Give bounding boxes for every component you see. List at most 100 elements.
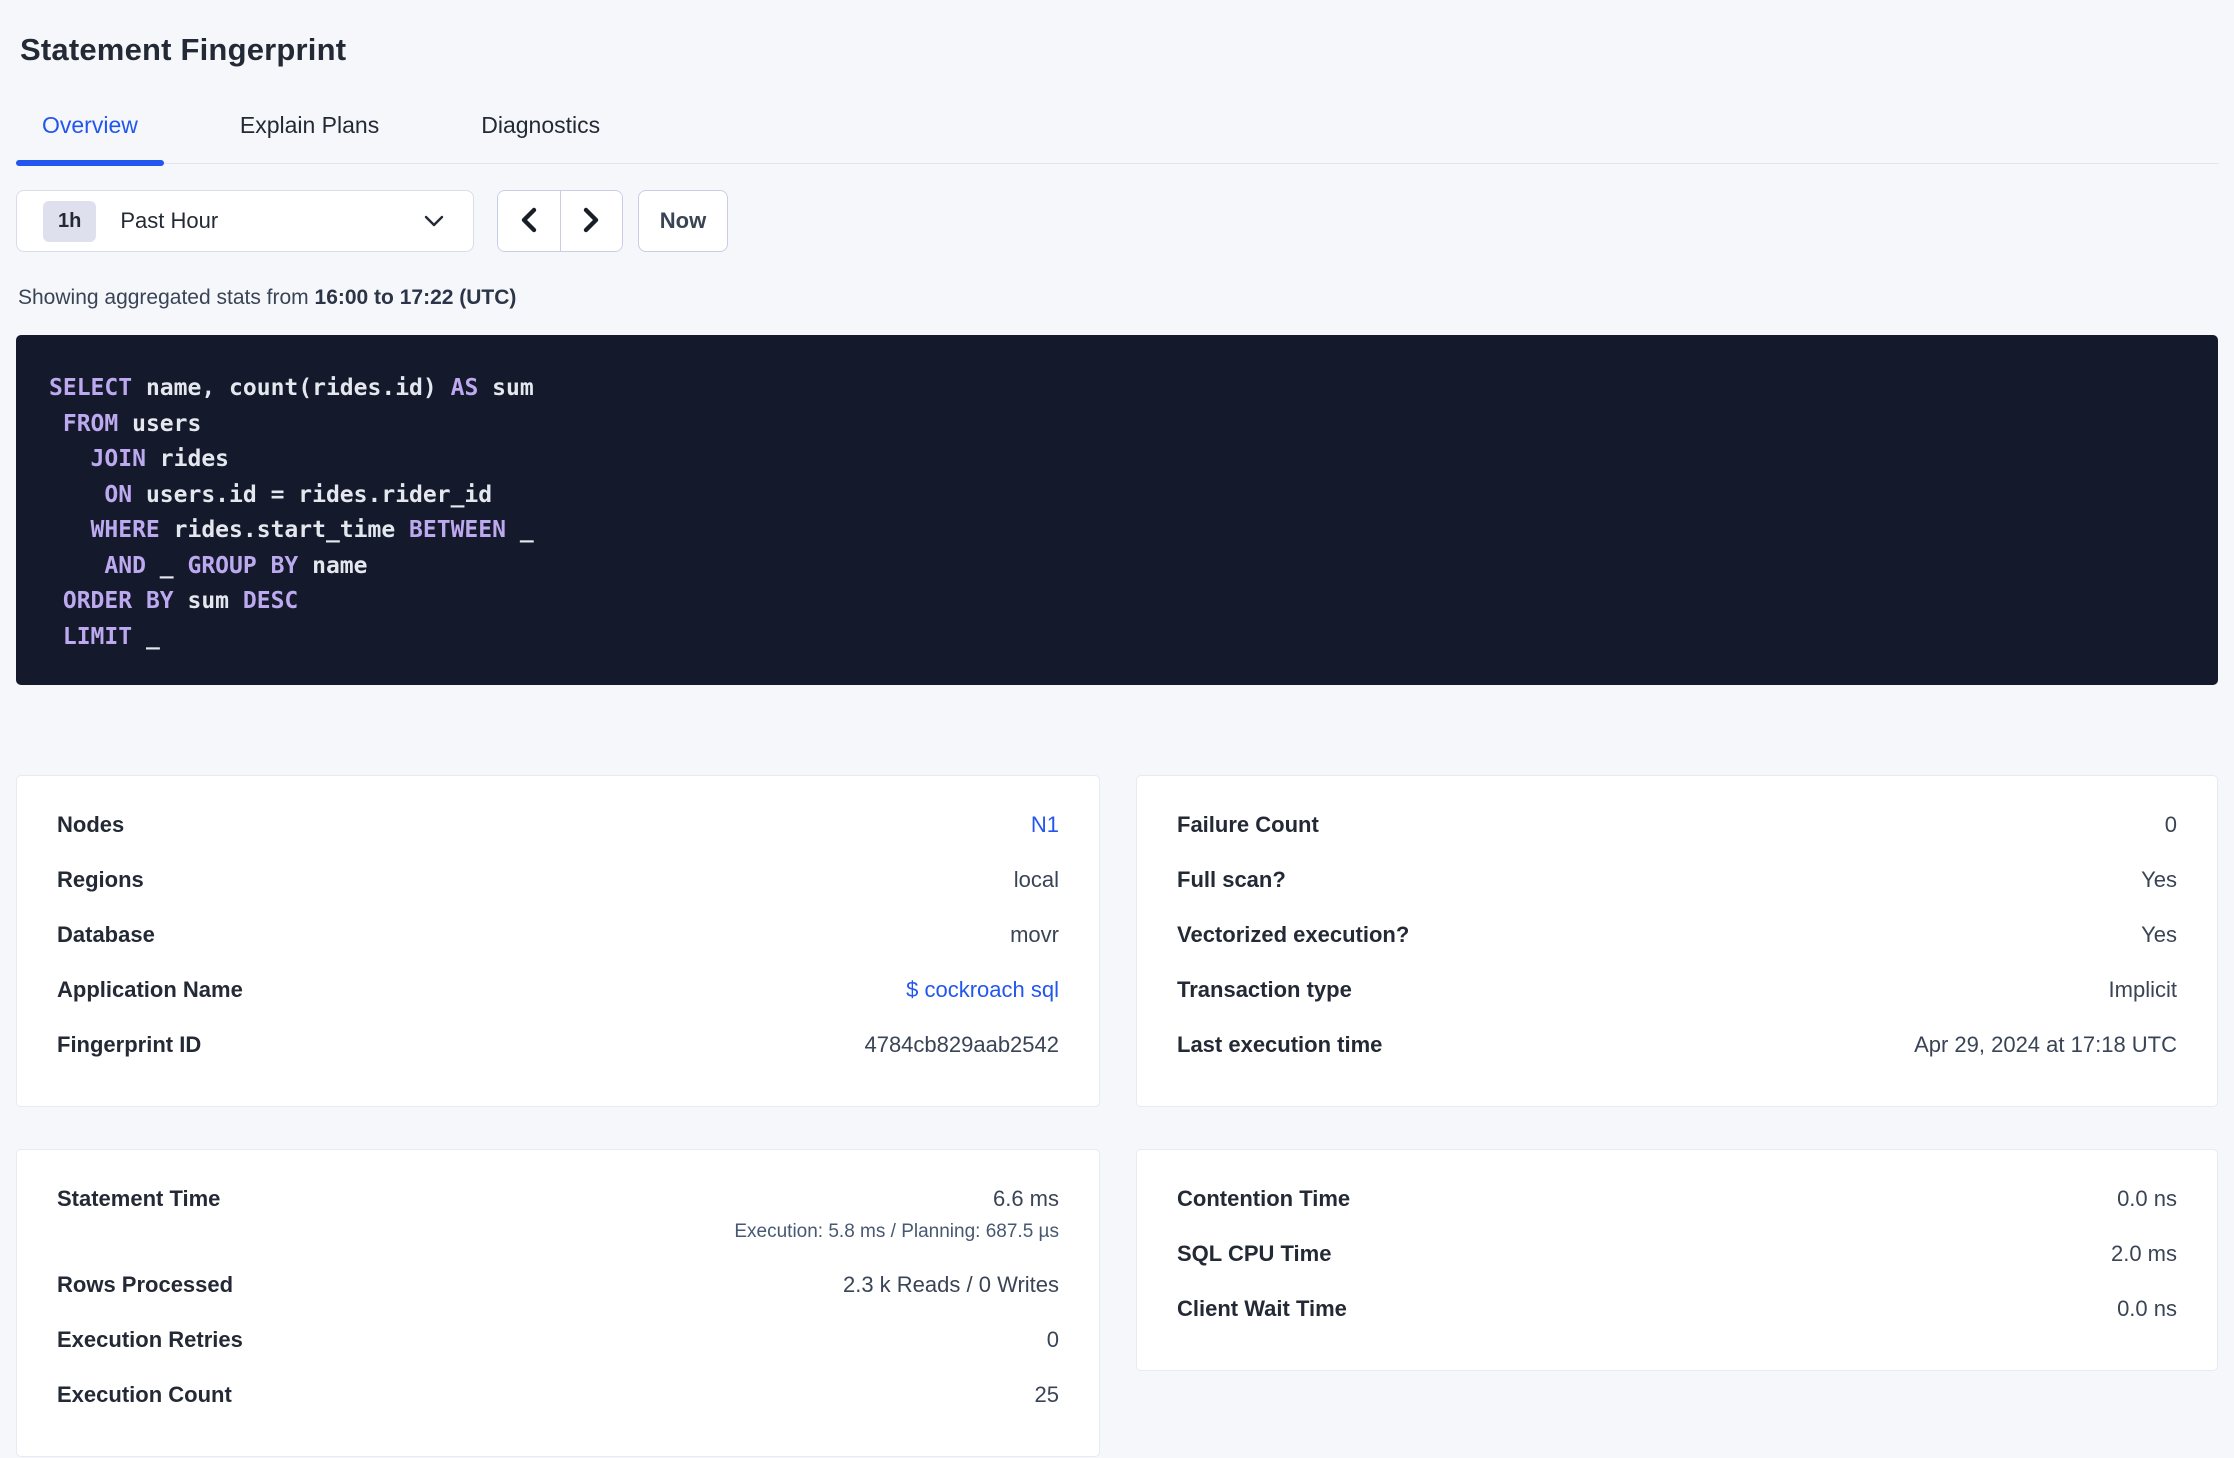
stat-label: Last execution time — [1177, 1031, 1383, 1057]
tab-explain-plans[interactable]: Explain Plans — [214, 102, 405, 163]
stat-row: Statement Time 6.6 ms Execution: 5.8 ms / … — [57, 1171, 1059, 1257]
stat-label: Database — [57, 921, 155, 947]
sql-keyword: AS — [450, 375, 479, 401]
stat-value-group: 2.3 k Reads / 0 Writes — [843, 1272, 1059, 1298]
sql-text: sum — [173, 588, 243, 614]
stat-value-group: local — [1014, 867, 1059, 893]
sql-code: SELECT name, count(rides.id) AS sum FROM… — [49, 371, 2188, 655]
sql-keyword: SELECT — [49, 375, 133, 401]
stat-label: Full scan? — [1177, 866, 1286, 892]
sql-text: name — [298, 552, 368, 579]
statement-stats-card: Statement Time 6.6 ms Execution: 5.8 ms / … — [16, 1149, 1100, 1457]
previous-time-range-button[interactable] — [498, 191, 561, 251]
stat-value-group: Apr 29, 2024 at 17:18 UTC — [1914, 1032, 2177, 1058]
time-range-pager — [497, 190, 623, 252]
stat-row: Regions local — [57, 852, 1059, 907]
sql-text: _ — [505, 517, 534, 543]
stat-label: Nodes — [57, 811, 125, 837]
time-controls: 1h Past Hour Now — [16, 190, 2218, 252]
stat-value: 0 — [1046, 1326, 1059, 1352]
chevron-left-icon — [518, 206, 540, 237]
sql-keyword: LIMIT — [62, 623, 133, 650]
stat-label: Client Wait Time — [1177, 1295, 1347, 1321]
stat-label: Rows Processed — [57, 1271, 234, 1297]
stat-value-group: movr — [1010, 922, 1059, 948]
stat-value-group: 4784cb829aab2542 — [864, 1032, 1059, 1058]
stat-value: 2.0 ms — [2110, 1240, 2177, 1266]
sql-keyword: ON — [104, 481, 133, 508]
aggregated-stats-range: 16:00 to 17:22 (UTC) — [314, 286, 517, 309]
time-range-dropdown[interactable]: 1h Past Hour — [16, 190, 474, 252]
stat-label: SQL CPU Time — [1177, 1240, 1332, 1266]
stat-row: Vectorized execution? Yes — [1177, 907, 2177, 962]
stat-label: Transaction type — [1177, 976, 1352, 1002]
stat-value: 25 — [1034, 1381, 1059, 1407]
stat-value-group: 25 — [1035, 1382, 1059, 1408]
stat-value-group: $ cockroach sql — [906, 977, 1059, 1003]
stat-label: Execution Retries — [57, 1326, 243, 1352]
stat-value: Implicit — [2108, 976, 2177, 1002]
sql-text: _ — [145, 552, 188, 579]
stat-value-link[interactable]: N1 — [1031, 812, 1059, 838]
stat-row: Client Wait Time 0.0 ns — [1177, 1281, 2177, 1336]
stat-value-group: 6.6 ms Execution: 5.8 ms / Planning: 687.… — [734, 1186, 1059, 1243]
now-button[interactable]: Now — [638, 190, 728, 252]
stat-value-group: Implicit — [2109, 977, 2177, 1003]
stat-value-group: Yes — [2141, 922, 2177, 948]
page-title: Statement Fingerprint — [20, 32, 347, 67]
next-time-range-button[interactable] — [560, 191, 622, 251]
chevron-right-icon — [580, 206, 602, 237]
sql-text: name, count(rides.id) — [132, 375, 451, 401]
tab-bar: Overview Explain Plans Diagnostics — [16, 102, 2218, 166]
stat-value-link[interactable]: $ cockroach sql — [906, 977, 1059, 1003]
sql-line: JOIN rides — [49, 442, 2188, 478]
tab-overview[interactable]: Overview — [16, 102, 164, 166]
sql-keyword: WHERE — [90, 517, 160, 543]
aggregated-stats-prefix: Showing aggregated stats from — [18, 286, 315, 309]
stat-value: local — [1013, 866, 1059, 892]
stat-value-group: 0 — [2165, 812, 2177, 838]
stat-value-group: 0.0 ns — [2117, 1296, 2177, 1322]
sql-text: _ — [132, 623, 160, 650]
sql-text: rides.start_time — [159, 517, 410, 543]
stat-label: Failure Count — [1177, 811, 1319, 837]
stat-row: SQL CPU Time 2.0 ms — [1177, 1226, 2177, 1281]
overview-details-card: Nodes N1 Regions local Database movr Applicati… — [16, 775, 1100, 1107]
stat-value: 0 — [2164, 811, 2177, 837]
stat-subvalue: Execution: 5.8 ms / Planning: 687.5 µs — [734, 1220, 1059, 1242]
stat-row: Rows Processed 2.3 k Reads / 0 Writes — [57, 1257, 1059, 1312]
time-range-label: Past Hour — [120, 208, 219, 233]
sql-line: ON users.id = rides.rider_id — [49, 478, 2188, 514]
stat-row: Transaction type Implicit — [1177, 962, 2177, 1017]
sql-line: FROM users — [49, 407, 2188, 443]
sql-keyword: AND — [104, 552, 146, 579]
tab-diagnostics[interactable]: Diagnostics — [455, 102, 626, 163]
chevron-down-icon — [423, 214, 445, 228]
sql-keyword: BETWEEN — [409, 517, 506, 543]
statement-fingerprint-page: Statement Fingerprint Overview Explain P… — [0, 0, 2234, 1457]
stat-value-group: 0 — [1047, 1327, 1059, 1353]
sql-statement-box: SELECT name, count(rides.id) AS sum FROM… — [16, 335, 2218, 685]
sql-text: sum — [478, 375, 534, 401]
sql-keyword: JOIN — [90, 446, 146, 472]
stat-value: Yes — [2141, 921, 2177, 947]
stat-row: Fingerprint ID 4784cb829aab2542 — [57, 1017, 1059, 1072]
stat-label: Fingerprint ID — [57, 1031, 202, 1057]
sql-line: SELECT name, count(rides.id) AS sum — [49, 371, 2188, 407]
stats-cards-grid: Nodes N1 Regions local Database movr Applicati… — [16, 775, 2218, 1457]
stat-value-group: N1 — [1031, 812, 1059, 838]
stat-value: 2.3 k Reads / 0 Writes — [842, 1271, 1059, 1297]
sql-text: rides — [145, 446, 230, 472]
stat-label: Contention Time — [1177, 1185, 1351, 1211]
stat-row: Nodes N1 — [57, 797, 1059, 852]
stat-label: Vectorized execution? — [1177, 921, 1410, 947]
stat-value-group: 0.0 ns — [2117, 1186, 2177, 1212]
time-range-badge: 1h — [43, 200, 97, 242]
sql-line: WHERE rides.start_time BETWEEN _ — [49, 513, 2188, 549]
